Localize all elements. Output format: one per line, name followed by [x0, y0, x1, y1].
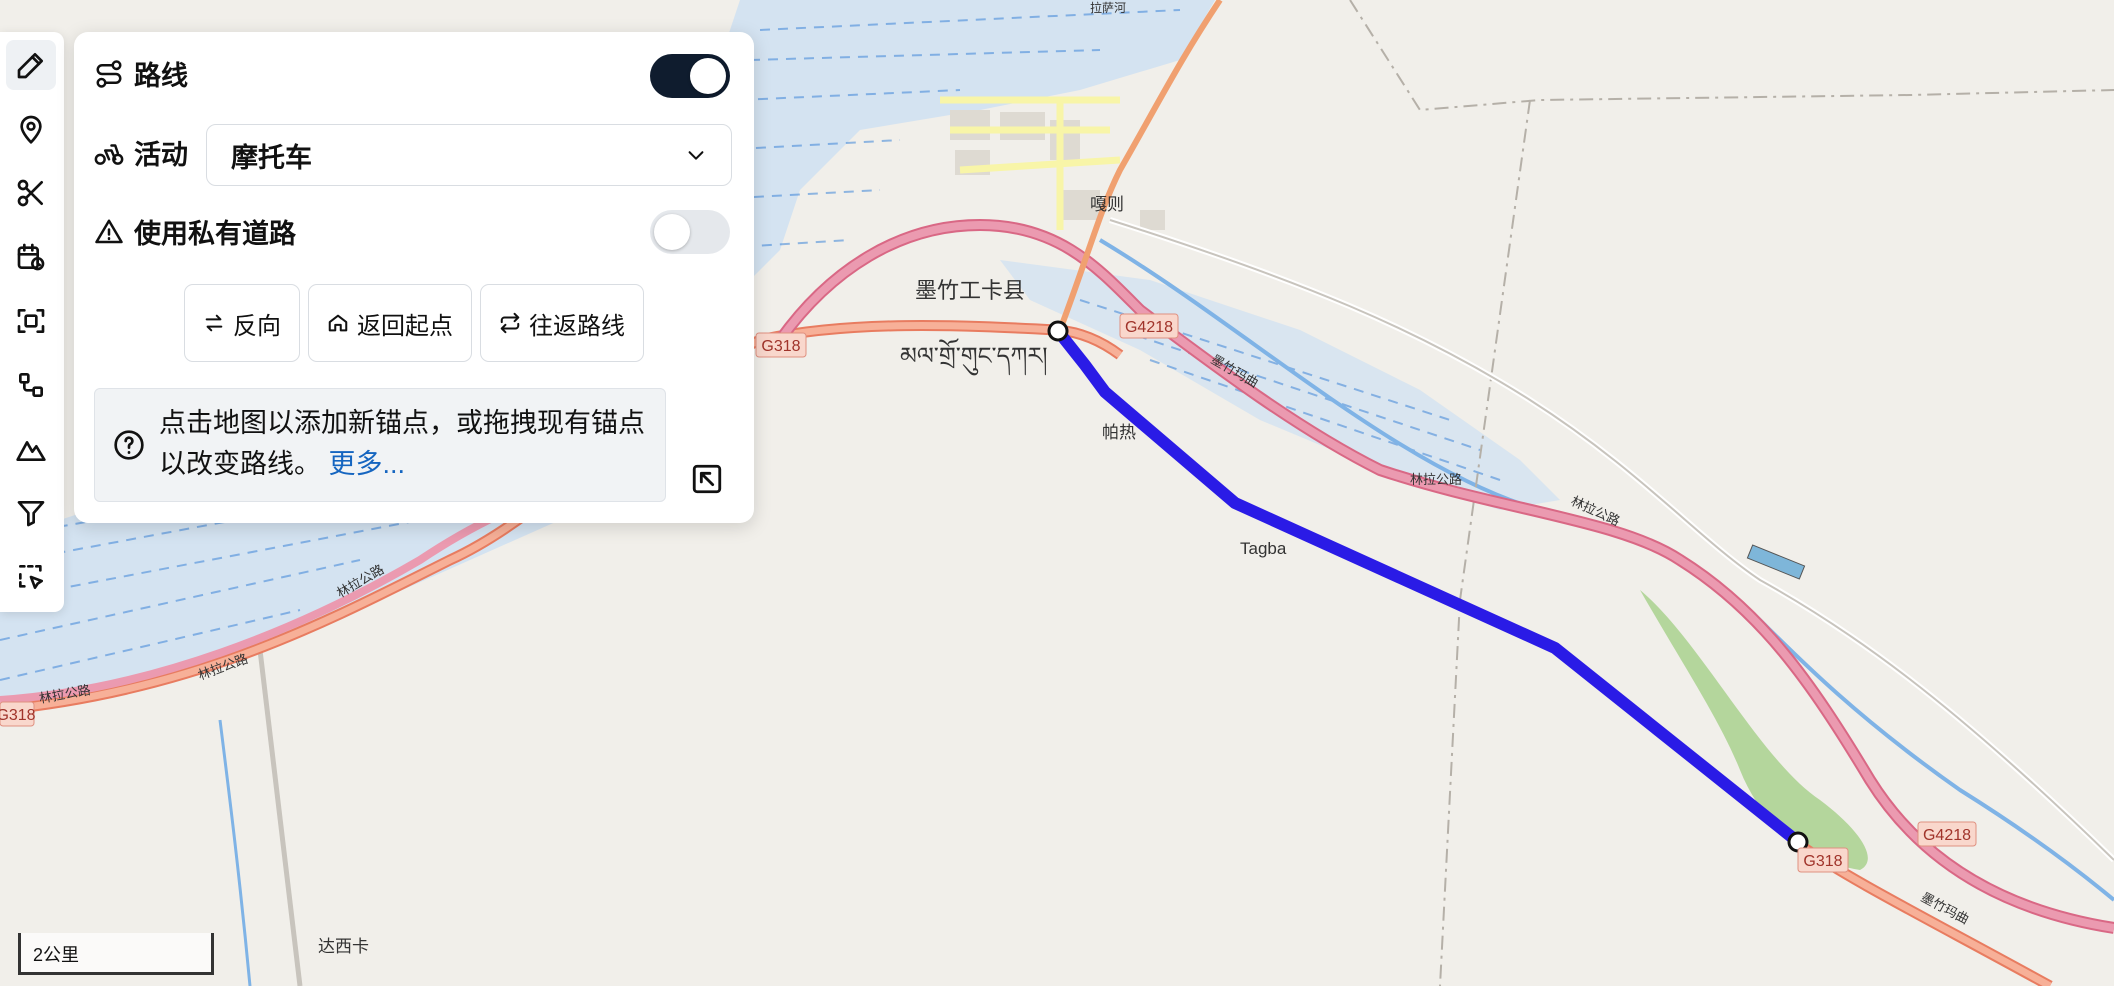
scissors-icon[interactable]: [6, 168, 56, 218]
home-icon: [328, 314, 348, 332]
swap-icon: [205, 314, 223, 332]
road-name-label: 林拉公路: [1410, 472, 1462, 487]
collapse-panel-icon[interactable]: [690, 462, 724, 496]
place-label: 帕热: [1102, 423, 1136, 442]
svg-text:G4218: G4218: [1923, 827, 1971, 844]
calendar-clock-icon[interactable]: [6, 232, 56, 282]
route-icon: [96, 59, 122, 88]
road-shield: G4218: [1119, 313, 1179, 339]
road-shield: G318: [1797, 847, 1849, 873]
tool-sidebar: [0, 32, 64, 612]
svg-text:G4218: G4218: [1125, 319, 1173, 336]
help-more-link[interactable]: 更多...: [329, 449, 406, 479]
private-roads-row: 使用私有道路: [94, 212, 296, 251]
mountain-icon[interactable]: [6, 424, 56, 474]
scale-bar: 2公里: [18, 933, 214, 975]
toggle-knob: [654, 214, 690, 250]
round-trip-label: 往返路线: [529, 312, 625, 340]
place-label: 达西卡: [318, 937, 369, 956]
activity-select[interactable]: 摩托车: [206, 124, 732, 186]
toggle-knob: [690, 58, 726, 94]
motorbike-icon: [94, 143, 124, 165]
help-circle-icon: [114, 430, 144, 460]
road-shield: G4218: [1917, 821, 1977, 847]
svg-text:G318: G318: [1803, 853, 1842, 870]
scan-icon[interactable]: [6, 296, 56, 346]
filter-icon[interactable]: [6, 488, 56, 538]
activity-row: 活动: [94, 133, 188, 172]
back-to-start-button[interactable]: 返回起点: [308, 284, 472, 362]
route-panel: 路线 活动 摩托车 使用私有道路 反向 返回起点 往返路线 点击地图以添加新锚点…: [74, 32, 754, 523]
help-box: 点击地图以添加新锚点，或拖拽现有锚点以改变路线。 更多...: [94, 388, 666, 502]
round-trip-button[interactable]: 往返路线: [480, 284, 644, 362]
reverse-button[interactable]: 反向: [184, 284, 300, 362]
road-shield: G318: [755, 332, 807, 358]
pencil-icon[interactable]: [6, 40, 56, 90]
activity-label: 活动: [134, 140, 188, 170]
route-nodes-icon[interactable]: [6, 360, 56, 410]
repeat-icon: [500, 312, 520, 334]
map-pin-icon[interactable]: [6, 104, 56, 154]
road-name-label: 拉萨河: [1090, 0, 1126, 15]
private-roads-toggle[interactable]: [650, 210, 730, 254]
svg-text:G318: G318: [0, 707, 36, 724]
place-label: 嘎则: [1090, 195, 1124, 214]
reverse-label: 反向: [233, 312, 281, 340]
scale-label: 2公里: [33, 945, 80, 965]
warning-icon: [95, 219, 123, 243]
activity-value: 摩托车: [231, 142, 312, 173]
route-label: 路线: [134, 61, 188, 91]
chevron-down-icon: [688, 151, 704, 160]
place-label: 墨竹工卡县: [915, 278, 1025, 303]
place-label: Tagba: [1240, 539, 1287, 558]
select-icon[interactable]: [6, 552, 56, 602]
route-anchor-start: [1047, 320, 1069, 342]
route-toggle[interactable]: [650, 54, 730, 98]
back-to-start-label: 返回起点: [357, 312, 453, 340]
private-roads-label: 使用私有道路: [134, 219, 296, 249]
route-row: 路线: [94, 54, 188, 93]
road-shield: G318: [0, 701, 36, 727]
svg-text:G318: G318: [761, 338, 800, 355]
